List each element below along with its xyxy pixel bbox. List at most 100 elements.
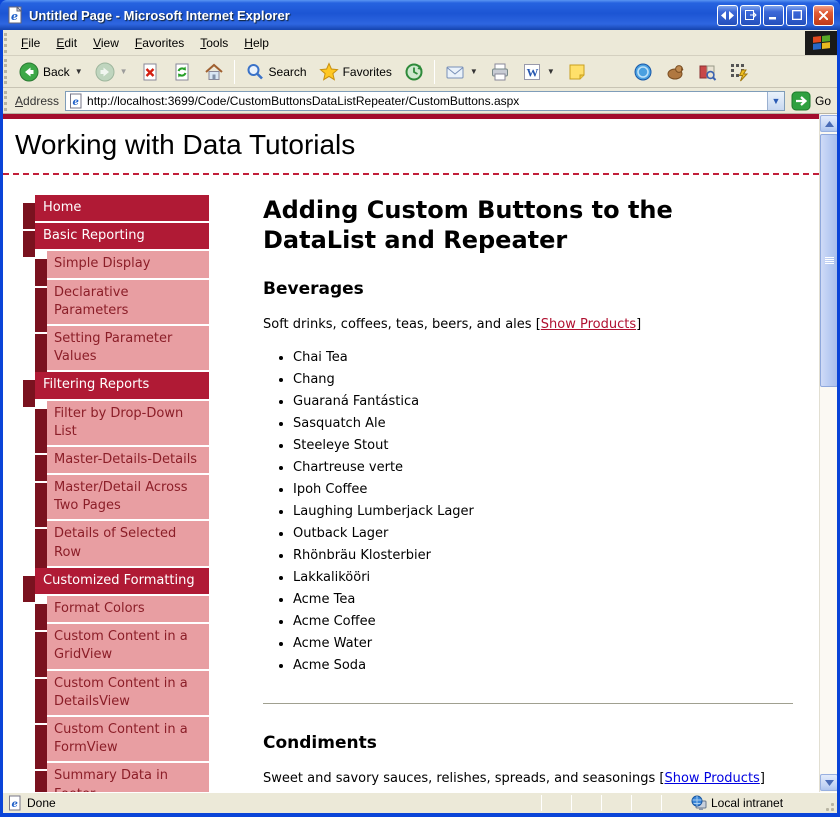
forward-dropdown-arrow[interactable]: ▼ — [120, 67, 128, 76]
go-button[interactable]: Go — [785, 91, 837, 111]
menu-view[interactable]: View — [85, 32, 127, 54]
status-separator — [661, 795, 662, 811]
sidebar-item-basic-reporting[interactable]: Basic Reporting — [35, 223, 209, 249]
toolbar-grip[interactable] — [4, 59, 11, 84]
menu-edit[interactable]: Edit — [48, 32, 85, 54]
home-button[interactable] — [198, 58, 230, 86]
stop-button[interactable] — [134, 58, 166, 86]
product-item: Acme Coffee — [293, 614, 793, 629]
sidebar-item-home[interactable]: Home — [35, 195, 209, 221]
stop-icon — [140, 62, 160, 82]
search-button[interactable]: Search — [239, 58, 313, 86]
scroll-down-button[interactable] — [820, 774, 837, 791]
menu-tools[interactable]: Tools — [192, 32, 236, 54]
scrollbar-thumb[interactable] — [820, 134, 837, 387]
show-products-link[interactable]: Show Products — [664, 771, 759, 786]
browser-window: e Untitled Page - Microsoft Internet Exp… — [0, 0, 840, 817]
research-button[interactable] — [659, 58, 691, 86]
sidebar-item-simple-display[interactable]: Simple Display — [47, 251, 209, 277]
forward-icon — [95, 62, 115, 82]
sidebar-item-setting-parameter-values[interactable]: Setting Parameter Values — [47, 326, 209, 370]
maximize-button[interactable] — [786, 5, 807, 26]
title-bar[interactable]: e Untitled Page - Microsoft Internet Exp… — [0, 0, 840, 30]
history-button[interactable] — [398, 58, 430, 86]
address-label: Address — [13, 94, 65, 108]
menubar-grip[interactable] — [4, 33, 11, 53]
url-text[interactable]: http://localhost:3699/Code/CustomButtons… — [84, 94, 767, 108]
mail-dropdown-arrow[interactable]: ▼ — [470, 67, 478, 76]
back-dropdown-arrow[interactable]: ▼ — [75, 67, 83, 76]
scroll-up-button[interactable] — [820, 115, 837, 132]
product-item: Chartreuse verte — [293, 460, 793, 475]
print-button[interactable] — [484, 58, 516, 86]
category-condiments: Condiments Sweet and savory sauces, reli… — [263, 733, 793, 786]
msn-button[interactable] — [627, 58, 659, 86]
print-icon — [490, 62, 510, 82]
product-item: Chai Tea — [293, 350, 793, 365]
sidebar-item-customized-formatting[interactable]: Customized Formatting — [35, 568, 209, 594]
category-description: Sweet and savory sauces, relishes, sprea… — [263, 771, 793, 786]
sidebar-item-custom-content-gridview[interactable]: Custom Content in a GridView — [47, 624, 209, 668]
pixel-grid-lightning-icon — [729, 62, 749, 82]
sidebar-item-filter-by-dropdown-list[interactable]: Filter by Drop-Down List — [47, 401, 209, 445]
sidebar-item-custom-content-formview[interactable]: Custom Content in a FormView — [47, 717, 209, 761]
sidebar-item-filtering-reports[interactable]: Filtering Reports — [35, 372, 209, 398]
vertical-scrollbar[interactable] — [819, 114, 837, 792]
category-beverages: Beverages Soft drinks, coffees, teas, be… — [263, 279, 793, 673]
quick-launch-button[interactable] — [723, 58, 755, 86]
sidebar-item-summary-data-in-footer[interactable]: Summary Data in Footer — [47, 763, 209, 792]
sidebar-item-master-details-details[interactable]: Master-Details-Details — [47, 447, 209, 473]
sidebar-item-label: Custom Content in a GridView — [54, 629, 188, 662]
minimize-button[interactable] — [763, 5, 784, 26]
forward-button[interactable]: ▼ — [89, 58, 134, 86]
status-text: Done — [27, 796, 56, 810]
sidebar-item-custom-content-detailsview[interactable]: Custom Content in a DetailsView — [47, 671, 209, 715]
page-viewport: Working with Data Tutorials Home Basic R… — [3, 114, 837, 792]
favorites-label: Favorites — [343, 65, 392, 79]
sidebar-item-declarative-parameters[interactable]: Declarative Parameters — [47, 280, 209, 324]
sidebar-item-details-of-selected-row[interactable]: Details of Selected Row — [47, 521, 209, 565]
toolbar-separator — [234, 60, 235, 84]
show-products-link[interactable]: Show Products — [541, 317, 636, 332]
book-magnifier-icon — [697, 62, 717, 82]
detach-button[interactable] — [740, 5, 761, 26]
site-title: Working with Data Tutorials — [3, 119, 819, 175]
done-page-icon: e — [7, 795, 23, 811]
security-zone-pane: Local intranet — [691, 795, 821, 811]
close-button[interactable] — [813, 5, 834, 26]
go-label: Go — [815, 94, 831, 108]
address-input[interactable]: e http://localhost:3699/Code/CustomButto… — [65, 91, 785, 111]
ie-window-icon: e — [6, 6, 24, 24]
product-item: Sasquatch Ale — [293, 416, 793, 431]
article-title: Adding Custom Buttons to the DataList an… — [263, 195, 788, 255]
sidebar-item-label: Master/Detail Across Two Pages — [54, 480, 188, 513]
sidebar-item-label: Details of Selected Row — [54, 526, 176, 559]
history-icon — [404, 62, 424, 82]
messenger-button[interactable] — [561, 58, 593, 86]
svg-text:e: e — [12, 799, 18, 810]
svg-text:W: W — [526, 65, 538, 79]
address-dropdown-button[interactable]: ▼ — [767, 92, 784, 110]
sidebar-item-master-detail-across-two-pages[interactable]: Master/Detail Across Two Pages — [47, 475, 209, 519]
edit-dropdown-arrow[interactable]: ▼ — [547, 67, 555, 76]
refresh-button[interactable] — [166, 58, 198, 86]
resize-grip[interactable] — [821, 798, 835, 812]
sidebar-item-label: Home — [43, 200, 81, 215]
sidebar-item-label: Setting Parameter Values — [54, 331, 172, 364]
edit-with-word-button[interactable]: W ▼ — [516, 58, 561, 86]
favorites-button[interactable]: Favorites — [313, 58, 398, 86]
sidebar-item-label: Customized Formatting — [43, 573, 195, 588]
product-item: Rhönbräu Klosterbier — [293, 548, 793, 563]
menu-favorites[interactable]: Favorites — [127, 32, 192, 54]
home-icon — [204, 62, 224, 82]
category-name: Condiments — [263, 733, 793, 753]
sidebar-item-format-colors[interactable]: Format Colors — [47, 596, 209, 622]
mail-button[interactable]: ▼ — [439, 58, 484, 86]
addressbar-grip[interactable] — [4, 91, 11, 111]
encarta-button[interactable] — [691, 58, 723, 86]
menu-help[interactable]: Help — [236, 32, 277, 54]
nav-arrows-button[interactable] — [717, 5, 738, 26]
go-icon — [791, 91, 811, 111]
menu-file[interactable]: File — [13, 32, 48, 54]
back-button[interactable]: Back ▼ — [13, 58, 89, 86]
